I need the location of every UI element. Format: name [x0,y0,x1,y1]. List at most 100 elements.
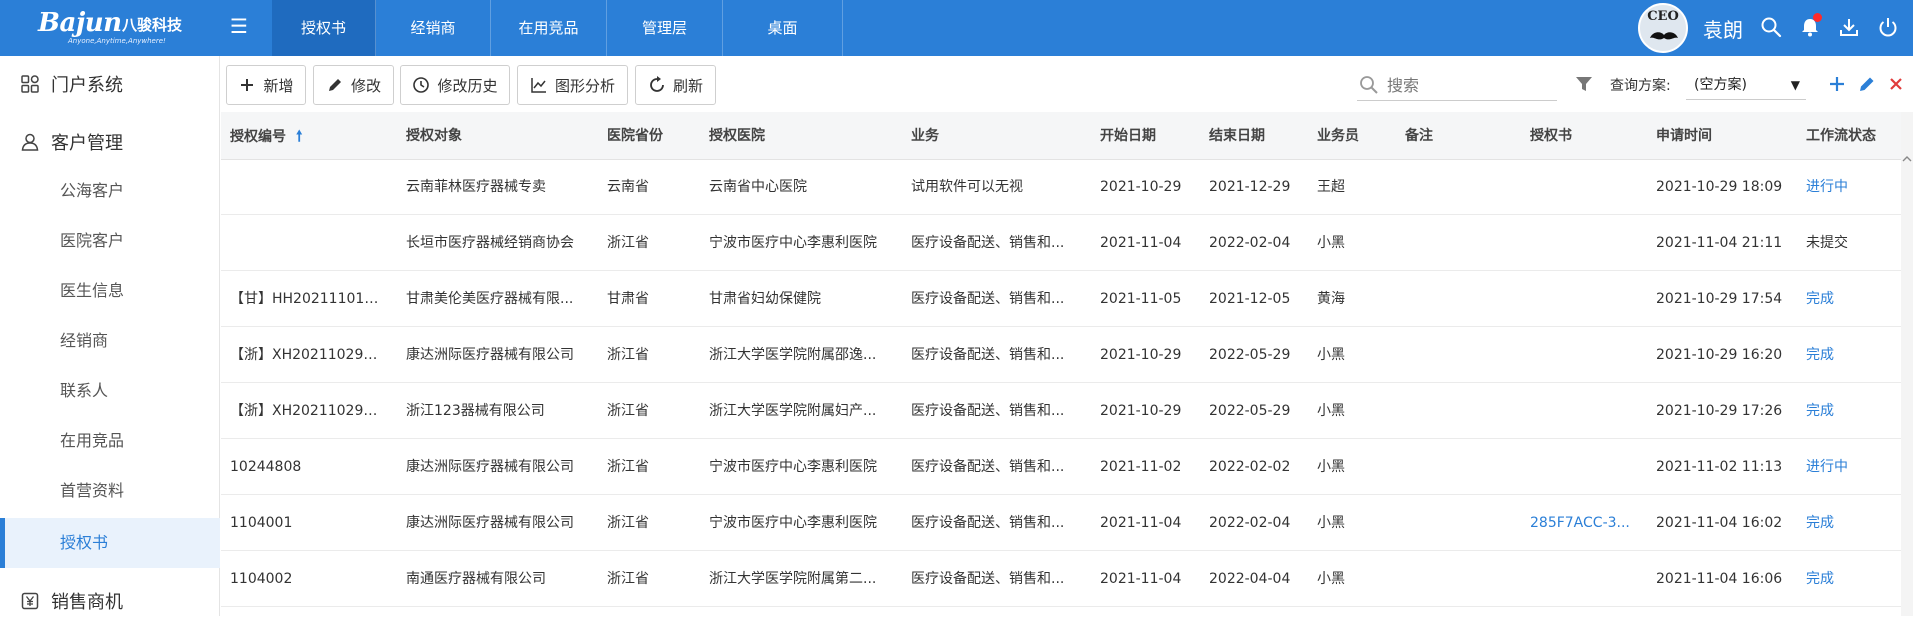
add-button-label: 新增 [263,76,294,95]
logo[interactable]: Bajun 八骏科技 Anyone,Anytime,Anywhere! [38,8,198,48]
table-row[interactable]: 10244808 康达洲际医疗器械有限公司 浙江省 宁波市医疗中心李惠利医院 医疗设备配… [221,440,1901,495]
sidebar-group-portal[interactable]: 门户系统 [0,59,220,109]
column-header-business[interactable]: 业务 [911,112,1076,160]
cell-auth-no: 1104001 [230,515,293,531]
sidebar-item-public-customers[interactable]: 公海客户 [0,166,220,216]
delete-scheme-icon[interactable] [1886,74,1906,94]
cell-note [1405,216,1495,271]
cell-apply-time: 2021-10-29 18:09 [1656,179,1783,195]
logo-slogan: Anyone,Anytime,Anywhere! [68,37,166,45]
cell-note [1405,552,1495,607]
column-header-no[interactable]: 授权编号 🠕 [230,112,380,160]
table-header: 授权编号 🠕 授权对象 医院省份 授权医院 业务 开始日期 结束日期 业务员 备注… [221,112,1901,160]
table-row[interactable]: 【浙】XH20211029-09 浙江123器械有限公司 浙江省 浙江大学医学院附属妇… [221,384,1901,439]
edit-history-button[interactable]: 修改历史 [400,65,510,105]
edit-button[interactable]: 修改 [313,65,394,105]
cell-workflow-status[interactable]: 完成 [1806,384,1896,439]
cell-authorization-doc [1530,328,1635,383]
cell-salesperson: 小黑 [1317,235,1345,251]
cell-object: 云南菲林医疗器械专卖 [406,179,546,195]
cell-end-date: 2022-02-04 [1209,515,1291,531]
download-icon[interactable] [1838,16,1860,38]
user-icon [21,133,39,151]
table-row[interactable]: 【甘】HH20211101-04 甘肃美伦美医疗器械有限... 甘肃省 甘肃省妇幼保健… [221,272,1901,327]
column-header-label: 授权编号 [230,129,286,145]
table-row[interactable]: 【浙】XH20211029-08 康达洲际医疗器械有限公司 浙江省 浙江大学医学院附属… [221,328,1901,383]
cell-workflow-status[interactable]: 完成 [1806,552,1896,607]
column-header-province[interactable]: 医院省份 [607,112,697,160]
query-scheme-select[interactable]: (空方案) ▼ [1686,70,1806,100]
cell-province: 浙江省 [607,347,649,363]
cell-object: 康达洲际医疗器械有限公司 [406,347,574,363]
cell-object: 南通医疗器械有限公司 [406,571,546,587]
pencil-icon [328,79,341,91]
add-scheme-icon[interactable] [1827,74,1847,94]
scroll-up-arrow-icon[interactable] [1902,154,1912,164]
cell-hospital: 宁波市医疗中心李惠利医院 [709,459,877,475]
sidebar-group-customers[interactable]: 客户管理 [0,117,220,167]
sidebar-group-opportunities[interactable]: 销售商机 [0,576,220,626]
column-header-hospital[interactable]: 授权医院 [709,112,894,160]
cell-apply-time: 2021-10-29 17:26 [1656,403,1783,419]
column-header-end-date[interactable]: 结束日期 [1209,112,1304,160]
table-row[interactable]: 1104002 南通医疗器械有限公司 浙江省 浙江大学医学院附属第二... 医疗设备配送… [221,552,1901,607]
cell-province: 浙江省 [607,515,649,531]
cell-authorization-doc [1530,440,1635,495]
tab-desktop[interactable]: 桌面 [723,0,843,56]
filter-icon[interactable] [1575,75,1593,93]
cell-hospital: 宁波市医疗中心李惠利医院 [709,515,877,531]
table-row[interactable]: 长垣市医疗器械经销商协会 浙江省 宁波市医疗中心李惠利医院 医疗设备配送、销售和...… [221,216,1901,271]
cell-authorization-doc[interactable]: 285F7ACC-3... [1530,496,1635,551]
table-row[interactable]: 云南菲林医疗器械专卖 云南省 云南省中心医院 试用软件可以无视 2021-10-29 20… [221,160,1901,215]
edit-scheme-icon[interactable] [1857,74,1877,94]
chart-analysis-button[interactable]: 图形分析 [517,65,628,105]
cell-start-date: 2021-11-04 [1100,515,1182,531]
cell-object: 康达洲际医疗器械有限公司 [406,459,574,475]
cell-auth-no: 【甘】HH20211101-04 [230,291,380,307]
sidebar-item-doctor-info[interactable]: 医生信息 [0,266,220,316]
cell-workflow-status[interactable]: 进行中 [1806,160,1896,215]
line-chart-icon [531,78,546,93]
tab-authorization[interactable]: 授权书 [272,0,376,56]
edit-button-label: 修改 [350,76,381,95]
tab-competitors[interactable]: 在用竞品 [491,0,607,56]
search-input[interactable] [1387,71,1552,99]
sidebar-item-hospital-customers[interactable]: 医院客户 [0,216,220,266]
sidebar-item-competitors[interactable]: 在用竞品 [0,416,220,466]
column-header-salesperson[interactable]: 业务员 [1317,112,1387,160]
tab-management[interactable]: 管理层 [607,0,723,56]
avatar[interactable]: CEO [1638,3,1688,53]
cell-hospital: 云南省中心医院 [709,179,807,195]
column-header-authorization-doc[interactable]: 授权书 [1530,112,1635,160]
vertical-scrollbar[interactable] [1901,112,1913,616]
cell-province: 浙江省 [607,403,649,419]
power-icon[interactable] [1877,16,1899,38]
sort-ascending-icon[interactable]: 🠕 [296,112,302,160]
column-header-start-date[interactable]: 开始日期 [1100,112,1195,160]
column-header-apply-time[interactable]: 申请时间 [1656,112,1796,160]
user-name[interactable]: 袁朗 [1703,14,1743,43]
sidebar-item-dealers[interactable]: 经销商 [0,316,220,366]
query-scheme-label: 查询方案: [1610,78,1671,94]
sidebar-item-contacts[interactable]: 联系人 [0,366,220,416]
search-icon[interactable] [1760,16,1782,38]
refresh-button[interactable]: 刷新 [635,65,716,105]
column-header-note[interactable]: 备注 [1405,112,1495,160]
caret-down-icon: ▼ [1790,78,1800,92]
cell-workflow-status[interactable]: 完成 [1806,496,1896,551]
sidebar-item-authorization[interactable]: 授权书 [0,518,220,568]
cell-workflow-status[interactable]: 完成 [1806,328,1896,383]
cell-start-date: 2021-10-29 [1100,347,1182,363]
tab-dealers[interactable]: 经销商 [376,0,491,56]
column-header-object[interactable]: 授权对象 [406,112,591,160]
sidebar-item-first-docs[interactable]: 首营资料 [0,466,220,516]
cell-business: 医疗设备配送、销售和... [911,347,1065,363]
cell-workflow-status[interactable]: 完成 [1806,272,1896,327]
hamburger-icon[interactable]: ☰ [228,15,250,37]
add-button[interactable]: 新增 [226,65,306,105]
column-header-workflow-status[interactable]: 工作流状态 [1806,112,1896,160]
cell-workflow-status[interactable]: 进行中 [1806,440,1896,495]
table-row[interactable]: 1104001 康达洲际医疗器械有限公司 浙江省 宁波市医疗中心李惠利医院 医疗设备配送… [221,496,1901,551]
yen-icon [21,592,39,610]
cell-salesperson: 小黑 [1317,347,1345,363]
